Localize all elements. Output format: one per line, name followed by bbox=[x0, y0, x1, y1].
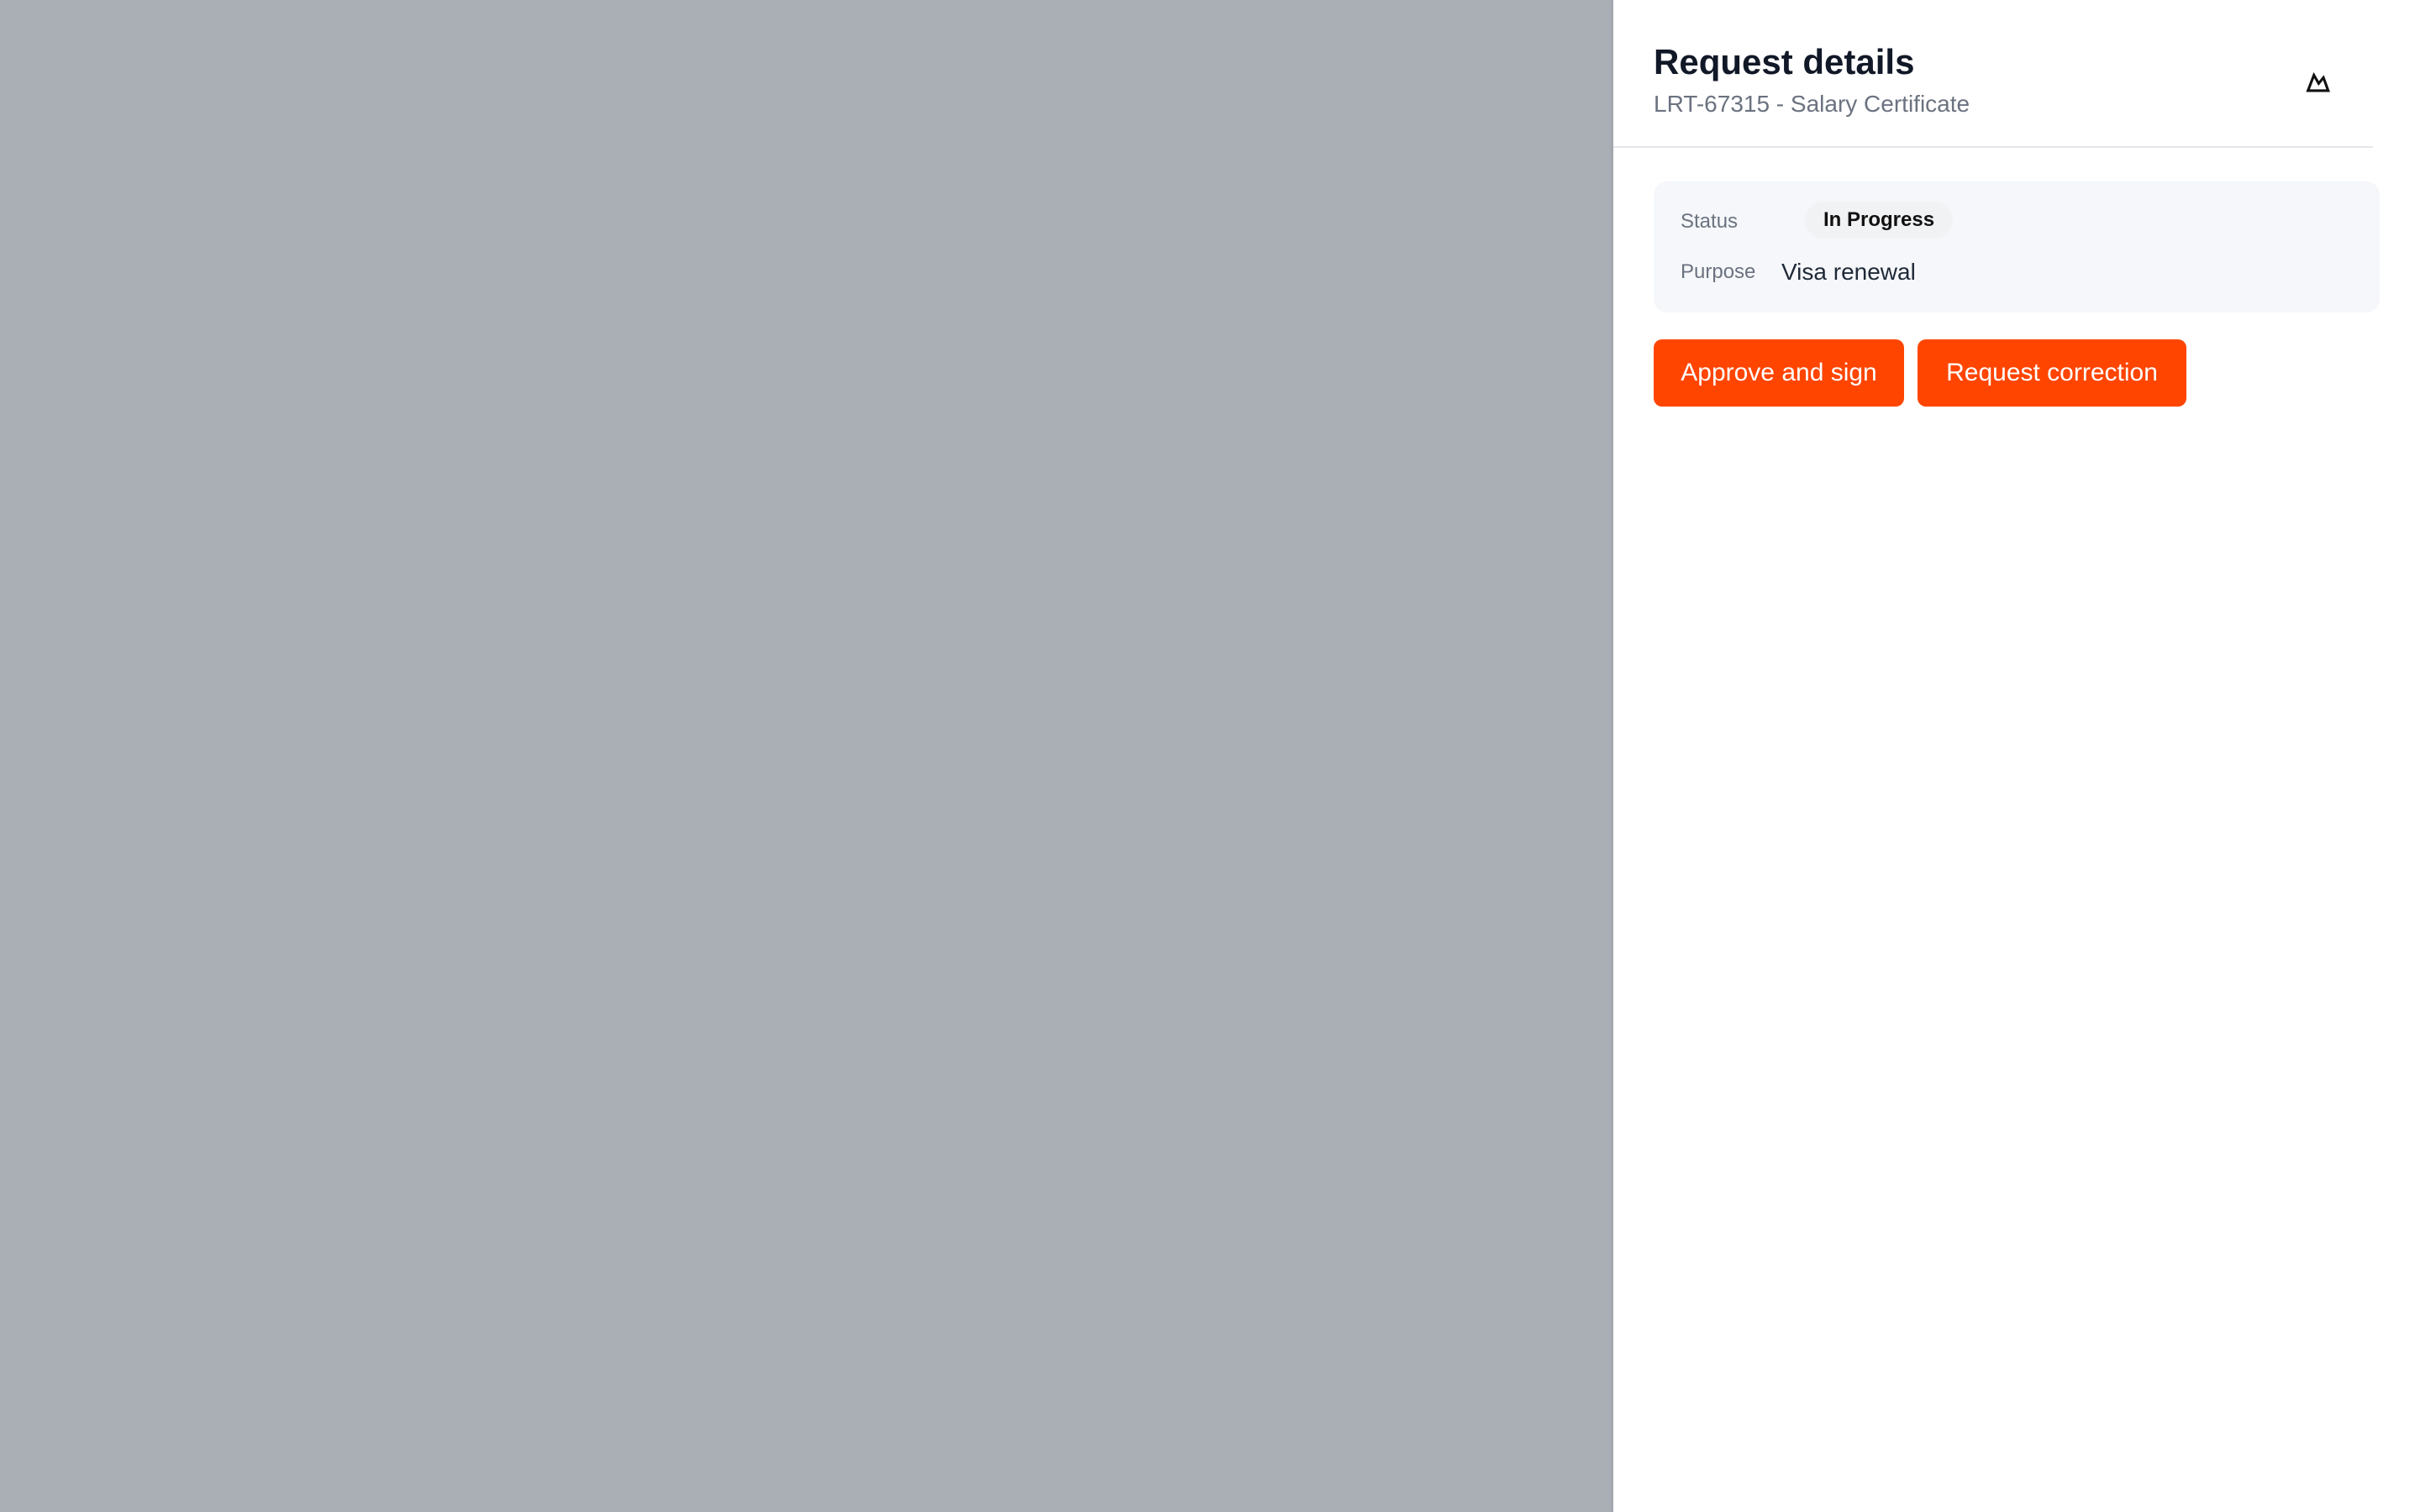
approve-and-sign-button[interactable]: Approve and sign bbox=[1654, 339, 1904, 407]
drawer-icon-button[interactable] bbox=[2291, 55, 2344, 109]
status-badge: In Progress bbox=[1805, 202, 1954, 239]
request-correction-button[interactable]: Request correction bbox=[1918, 339, 2186, 407]
status-label: Status bbox=[1681, 210, 1739, 233]
drawer-header: Request details LRT-67315 - Salary Certi… bbox=[1613, 0, 2373, 148]
request-details-drawer: Request details LRT-67315 - Salary Certi… bbox=[1613, 0, 2420, 1512]
request-info-card bbox=[1654, 181, 2380, 312]
mountain-icon bbox=[2306, 71, 2330, 92]
drawer-title: Request details bbox=[1654, 42, 1915, 81]
purpose-label: Purpose bbox=[1681, 260, 1756, 283]
purpose-value: Visa renewal bbox=[1781, 259, 1916, 285]
drawer-subtitle: LRT-67315 - Salary Certificate bbox=[1654, 91, 1970, 117]
